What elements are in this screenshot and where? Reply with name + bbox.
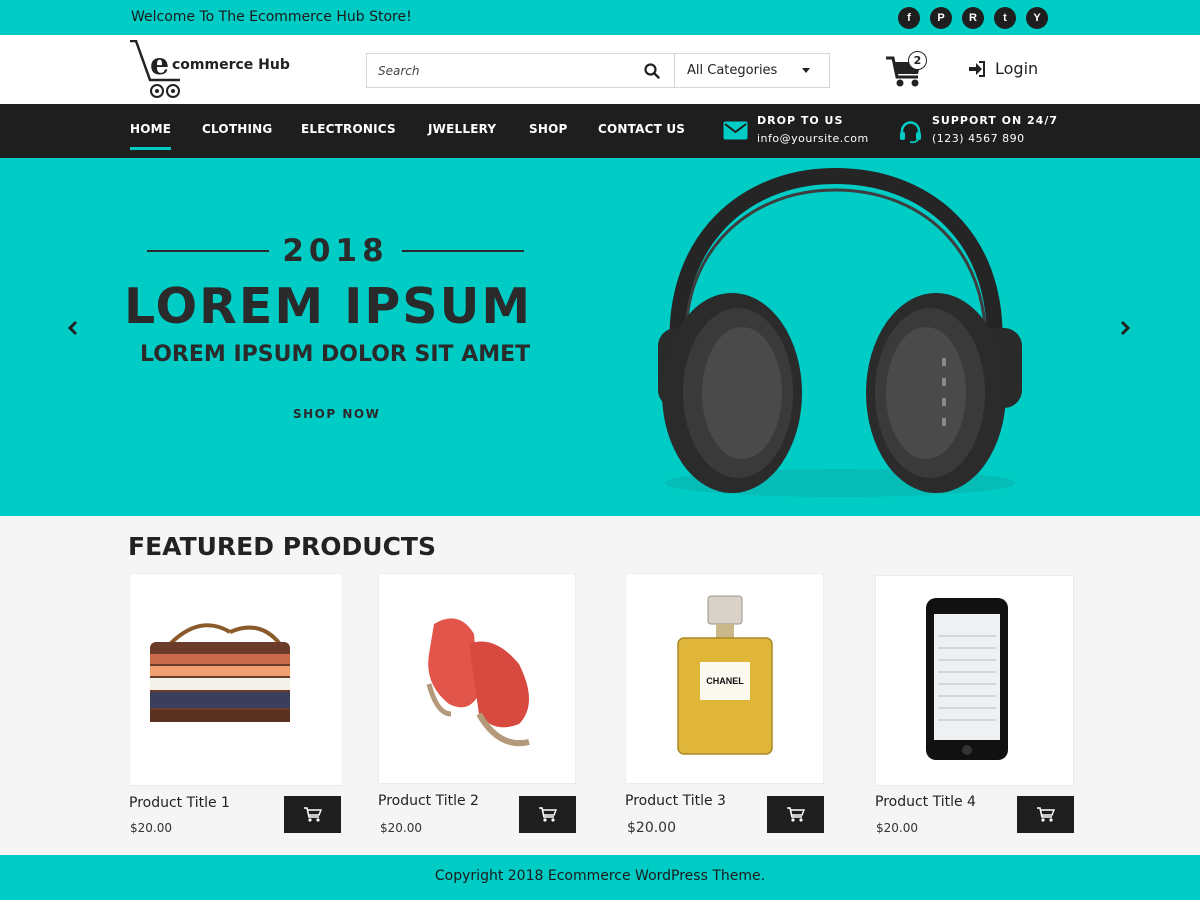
nav-item-home[interactable]: HOME	[130, 122, 172, 150]
search-icon	[644, 62, 660, 79]
welcome-text: Welcome To The Ecommerce Hub Store!	[131, 9, 412, 25]
slider-prev-button[interactable]	[63, 318, 83, 338]
drop-to-us-title: DROP TO US	[757, 114, 844, 127]
product-title[interactable]: Product Title 1	[129, 795, 230, 811]
support-title: SUPPORT ON 24/7	[932, 114, 1059, 127]
featured-products-title: FEATURED PRODUCTS	[128, 532, 436, 561]
search-bar: All Categories	[366, 53, 830, 88]
rss-icon[interactable]: R	[962, 7, 984, 29]
svg-text:CHANEL: CHANEL	[706, 676, 744, 686]
cart-icon	[303, 807, 322, 822]
product-title[interactable]: Product Title 2	[378, 793, 479, 809]
support-block: SUPPORT ON 24/7 (123) 4567 890	[932, 114, 1058, 145]
divider	[402, 250, 524, 252]
twitter-icon[interactable]: t	[994, 7, 1016, 29]
product-title[interactable]: Product Title 3	[625, 793, 726, 809]
envelope-icon	[723, 121, 748, 140]
shoes-image	[426, 618, 530, 747]
top-bar: Welcome To The Ecommerce Hub Store! f P …	[0, 0, 1200, 35]
login-label: Login	[995, 59, 1039, 78]
product-image[interactable]: CHANEL	[625, 573, 824, 784]
nav-item-clothing[interactable]: CLOTHING	[202, 122, 272, 136]
social-links: f P R t Y	[898, 7, 1048, 29]
shop-now-button[interactable]: SHOP NOW	[293, 407, 380, 421]
hero-year-text: 2018	[282, 233, 389, 269]
support-phone[interactable]: (123) 4567 890	[932, 132, 1058, 145]
add-to-cart-button[interactable]	[1017, 796, 1074, 833]
add-to-cart-button[interactable]	[767, 796, 824, 833]
product-image[interactable]	[378, 573, 576, 784]
category-value: All Categories	[687, 63, 778, 78]
sign-in-icon	[969, 60, 985, 77]
chevron-down-icon	[802, 68, 810, 73]
wallet-image	[150, 623, 290, 722]
product-title[interactable]: Product Title 4	[875, 794, 976, 810]
site-header: e commerce Hub All Categories 2 Login	[0, 35, 1200, 104]
svg-text:e: e	[150, 47, 169, 82]
copyright-text: Copyright 2018 Ecommerce WordPress Theme…	[434, 868, 766, 884]
hero-title: LOREM IPSUM	[124, 278, 533, 335]
product-price: $20.00	[380, 821, 422, 835]
cart-icon	[538, 807, 557, 822]
nav-item-electronics[interactable]: ELECTRONICS	[301, 122, 396, 136]
product-image[interactable]	[129, 573, 343, 786]
chevron-right-icon	[1120, 320, 1131, 336]
product-price: $20.00	[130, 821, 172, 835]
nav-item-jwellery[interactable]: JWELLERY	[428, 122, 496, 136]
category-select[interactable]: All Categories	[674, 54, 830, 87]
cart-icon	[1036, 807, 1055, 822]
nav-item-shop[interactable]: SHOP	[529, 122, 567, 136]
chevron-left-icon	[67, 320, 78, 336]
headphones-image	[658, 168, 1022, 497]
perfume-image: CHANEL	[677, 595, 773, 755]
search-button[interactable]	[631, 54, 673, 87]
cart-icon	[786, 807, 805, 822]
search-input[interactable]	[367, 54, 639, 87]
login-link[interactable]: Login	[968, 59, 1038, 78]
hero-year: 2018	[147, 233, 524, 269]
drop-to-us-block: DROP TO US info@yoursite.com	[757, 114, 869, 145]
hero-subtitle: LOREM IPSUM DOLOR SIT AMET	[140, 342, 531, 367]
product-price: $20.00	[876, 821, 918, 835]
pinterest-icon[interactable]: P	[930, 7, 952, 29]
nav-item-contact-us[interactable]: CONTACT US	[598, 122, 685, 136]
slider-next-button[interactable]	[1115, 318, 1135, 338]
site-footer: Copyright 2018 Ecommerce WordPress Theme…	[0, 855, 1200, 900]
add-to-cart-button[interactable]	[519, 796, 576, 833]
facebook-icon[interactable]: f	[898, 7, 920, 29]
hero-slider: 2018 LOREM IPSUM LOREM IPSUM DOLOR SIT A…	[0, 158, 1200, 516]
product-price: $20.00	[627, 820, 676, 836]
divider	[147, 250, 269, 252]
main-nav: HOME CLOTHING ELECTRONICS JWELLERY SHOP …	[0, 104, 1200, 158]
email-address[interactable]: info@yoursite.com	[757, 132, 869, 145]
headset-icon	[900, 121, 921, 144]
logo-text: commerce Hub	[172, 57, 290, 73]
smartphone-image	[926, 598, 1008, 760]
product-image[interactable]	[875, 575, 1074, 786]
add-to-cart-button[interactable]	[284, 796, 341, 833]
cart-count-badge: 2	[908, 51, 927, 70]
youtube-icon[interactable]: Y	[1026, 7, 1048, 29]
